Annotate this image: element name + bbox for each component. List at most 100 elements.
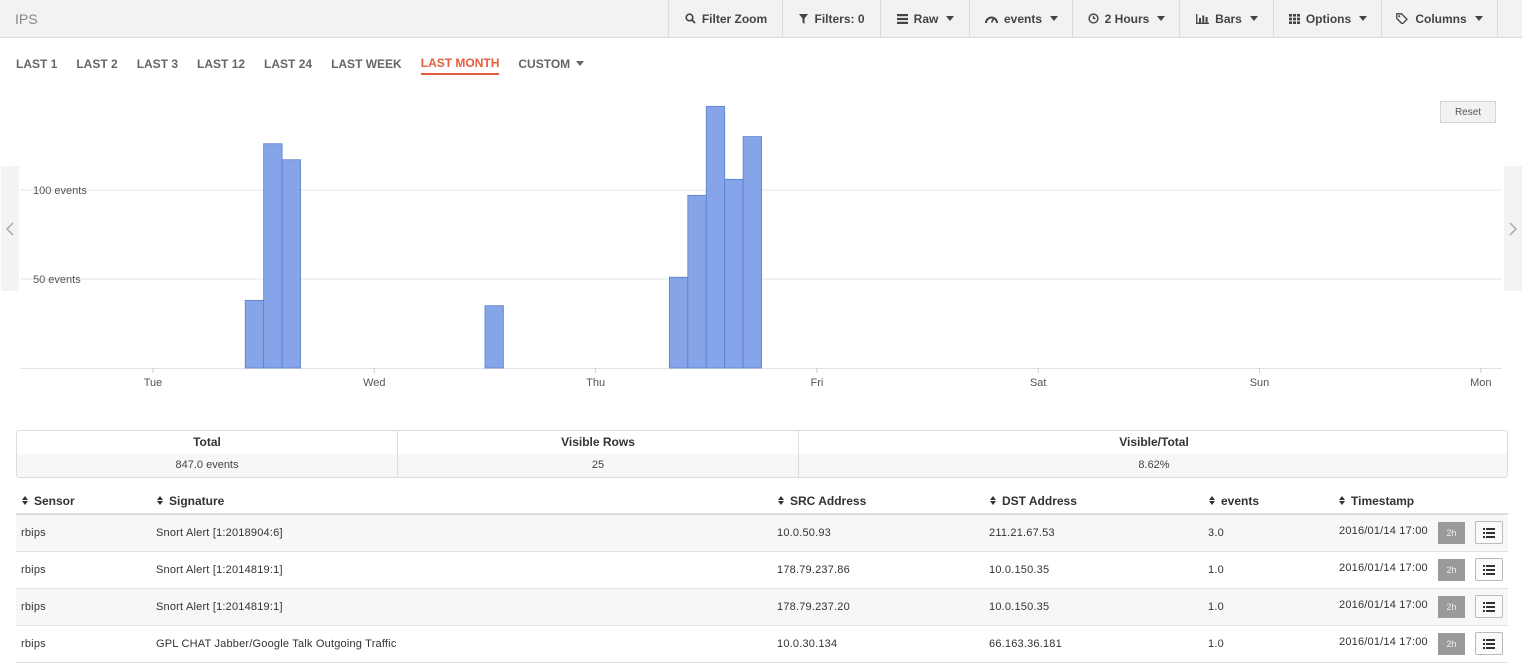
- time-window-chip[interactable]: 2h: [1438, 522, 1465, 544]
- column-header-timestamp[interactable]: Timestamp: [1339, 494, 1414, 508]
- raw-icon: [896, 13, 908, 24]
- chart-plot[interactable]: 50 events 100 events Tue Wed Thu Fri Sat Sun Mon: [0, 86, 1522, 396]
- columns-label: Columns: [1415, 11, 1467, 26]
- chart-bar[interactable]: [244, 299, 265, 369]
- table-row[interactable]: rbips Snort Alert [1:2014819:1] 178.79.2…: [16, 589, 1508, 626]
- summary-visible-rows-value: 25: [398, 454, 798, 477]
- filter-zoom-button[interactable]: Filter Zoom: [668, 0, 783, 37]
- summary-table: Total 847.0 events Visible Rows 25 Visib…: [16, 430, 1508, 478]
- tab-custom-label: CUSTOM: [518, 56, 571, 71]
- cell-dst-address: 66.163.36.181: [989, 638, 1062, 650]
- chart-type-dropdown[interactable]: Bars: [1179, 0, 1274, 37]
- columns-dropdown[interactable]: Columns: [1381, 0, 1498, 37]
- summary-total-value: 847.0 events: [17, 454, 397, 477]
- tab-last-24[interactable]: LAST 24: [264, 55, 312, 75]
- tab-last-12[interactable]: LAST 12: [197, 55, 245, 75]
- row-details-button[interactable]: [1475, 558, 1503, 581]
- tab-last-1[interactable]: LAST 1: [16, 55, 57, 75]
- chart-bar[interactable]: [742, 136, 762, 369]
- cell-dst-address: 211.21.67.53: [989, 527, 1055, 539]
- top-toolbar: IPS Filter Zoom Filters: 0 Raw events 2 …: [0, 0, 1522, 38]
- table-row[interactable]: rbips Snort Alert [1:2018904:6] 10.0.50.…: [16, 515, 1508, 552]
- x-tick-label: Tue: [144, 377, 163, 389]
- cell-src-address: 178.79.237.86: [777, 564, 850, 576]
- chart-reset-button[interactable]: Reset: [1440, 101, 1496, 123]
- row-details-button[interactable]: [1475, 521, 1503, 544]
- column-header-label: DST Address: [1002, 494, 1077, 508]
- summary-total: Total 847.0 events: [17, 431, 397, 477]
- table-row[interactable]: rbips Snort Alert [1:2014819:1] 178.79.2…: [16, 552, 1508, 589]
- tab-last-week[interactable]: LAST WEEK: [331, 55, 402, 75]
- cell-timestamp: 2016/01/14 17:00: [1339, 562, 1428, 574]
- chart-bar[interactable]: [484, 305, 504, 369]
- list-icon: [1483, 601, 1495, 612]
- time-window-chip[interactable]: 2h: [1438, 596, 1465, 618]
- chart-bar[interactable]: [687, 194, 707, 369]
- time-window-chip[interactable]: 2h: [1438, 633, 1465, 655]
- chevron-down-icon: [1157, 16, 1166, 21]
- column-header-signature[interactable]: Signature: [157, 494, 224, 508]
- events-table: Sensor Signature SRC Address DST Address…: [16, 490, 1508, 663]
- cell-sensor: rbips: [21, 564, 46, 576]
- cell-sensor: rbips: [21, 527, 46, 539]
- chart-bar[interactable]: [724, 178, 744, 369]
- summary-visible-rows-header: Visible Rows: [561, 435, 635, 449]
- options-dropdown[interactable]: Options: [1273, 0, 1382, 37]
- sort-icon: [22, 496, 29, 506]
- cell-src-address: 10.0.50.93: [777, 527, 831, 539]
- cell-sensor: rbips: [21, 638, 46, 650]
- sort-icon: [1339, 496, 1346, 506]
- summary-ratio: Visible/Total 8.62%: [798, 431, 1507, 477]
- summary-total-header: Total: [193, 435, 221, 449]
- cell-dst-address: 10.0.150.35: [989, 564, 1050, 576]
- row-details-button[interactable]: [1475, 632, 1503, 655]
- chart-bar[interactable]: [263, 143, 283, 369]
- tab-custom[interactable]: CUSTOM: [518, 55, 585, 75]
- column-header-dst-address[interactable]: DST Address: [990, 494, 1077, 508]
- cell-events: 1.0: [1208, 601, 1224, 613]
- chart-bar[interactable]: [281, 159, 301, 369]
- sort-icon: [1209, 496, 1216, 506]
- filters-button[interactable]: Filters: 0: [782, 0, 881, 37]
- cell-dst-address: 10.0.150.35: [989, 601, 1050, 613]
- column-header-sensor[interactable]: Sensor: [22, 494, 75, 508]
- app-title: IPS: [15, 11, 38, 27]
- column-header-events[interactable]: events: [1209, 494, 1259, 508]
- time-range-label: 2 Hours: [1104, 11, 1150, 26]
- events-label: events: [1003, 11, 1043, 26]
- filters-label: Filters: 0: [814, 11, 865, 26]
- list-icon: [1483, 564, 1495, 575]
- chevron-down-icon: [1050, 16, 1059, 21]
- cell-timestamp: 2016/01/14 17:00: [1339, 599, 1428, 611]
- raw-label: Raw: [913, 11, 939, 26]
- x-tick-label: Sun: [1250, 377, 1270, 389]
- chart-bar[interactable]: [705, 105, 726, 369]
- chevron-down-icon: [1359, 16, 1368, 21]
- time-range-dropdown[interactable]: 2 Hours: [1072, 0, 1180, 37]
- y-tick-label: 100 events: [33, 185, 87, 197]
- tab-last-3[interactable]: LAST 3: [137, 55, 178, 75]
- table-row[interactable]: rbips GPL CHAT Jabber/Google Talk Outgoi…: [16, 626, 1508, 663]
- raw-dropdown[interactable]: Raw: [880, 0, 970, 37]
- summary-ratio-header: Visible/Total: [1119, 435, 1189, 449]
- events-dropdown[interactable]: events: [969, 0, 1073, 37]
- table-header: Sensor Signature SRC Address DST Address…: [16, 490, 1508, 515]
- time-window-chip[interactable]: 2h: [1438, 559, 1465, 581]
- tab-last-2[interactable]: LAST 2: [76, 55, 117, 75]
- chart-bar[interactable]: [668, 276, 689, 369]
- filter-zoom-label: Filter Zoom: [701, 11, 768, 26]
- cell-events: 1.0: [1208, 564, 1224, 576]
- cell-events: 3.0: [1208, 527, 1224, 539]
- filter-icon: [799, 13, 809, 24]
- cell-src-address: 10.0.30.134: [777, 638, 838, 650]
- time-range-tabs: LAST 1 LAST 2 LAST 3 LAST 12 LAST 24 LAS…: [16, 55, 603, 75]
- cell-timestamp: 2016/01/14 17:00: [1339, 525, 1428, 537]
- row-details-button[interactable]: [1475, 595, 1503, 618]
- sort-icon: [778, 496, 785, 506]
- list-icon: [1483, 527, 1495, 538]
- events-chart: 50 events 100 events Tue Wed Thu Fri Sat Sun Mon: [0, 86, 1522, 396]
- tags-icon: [1396, 13, 1409, 24]
- chevron-down-icon: [1474, 16, 1483, 21]
- tab-last-month[interactable]: LAST MONTH: [420, 55, 500, 75]
- column-header-src-address[interactable]: SRC Address: [778, 494, 866, 508]
